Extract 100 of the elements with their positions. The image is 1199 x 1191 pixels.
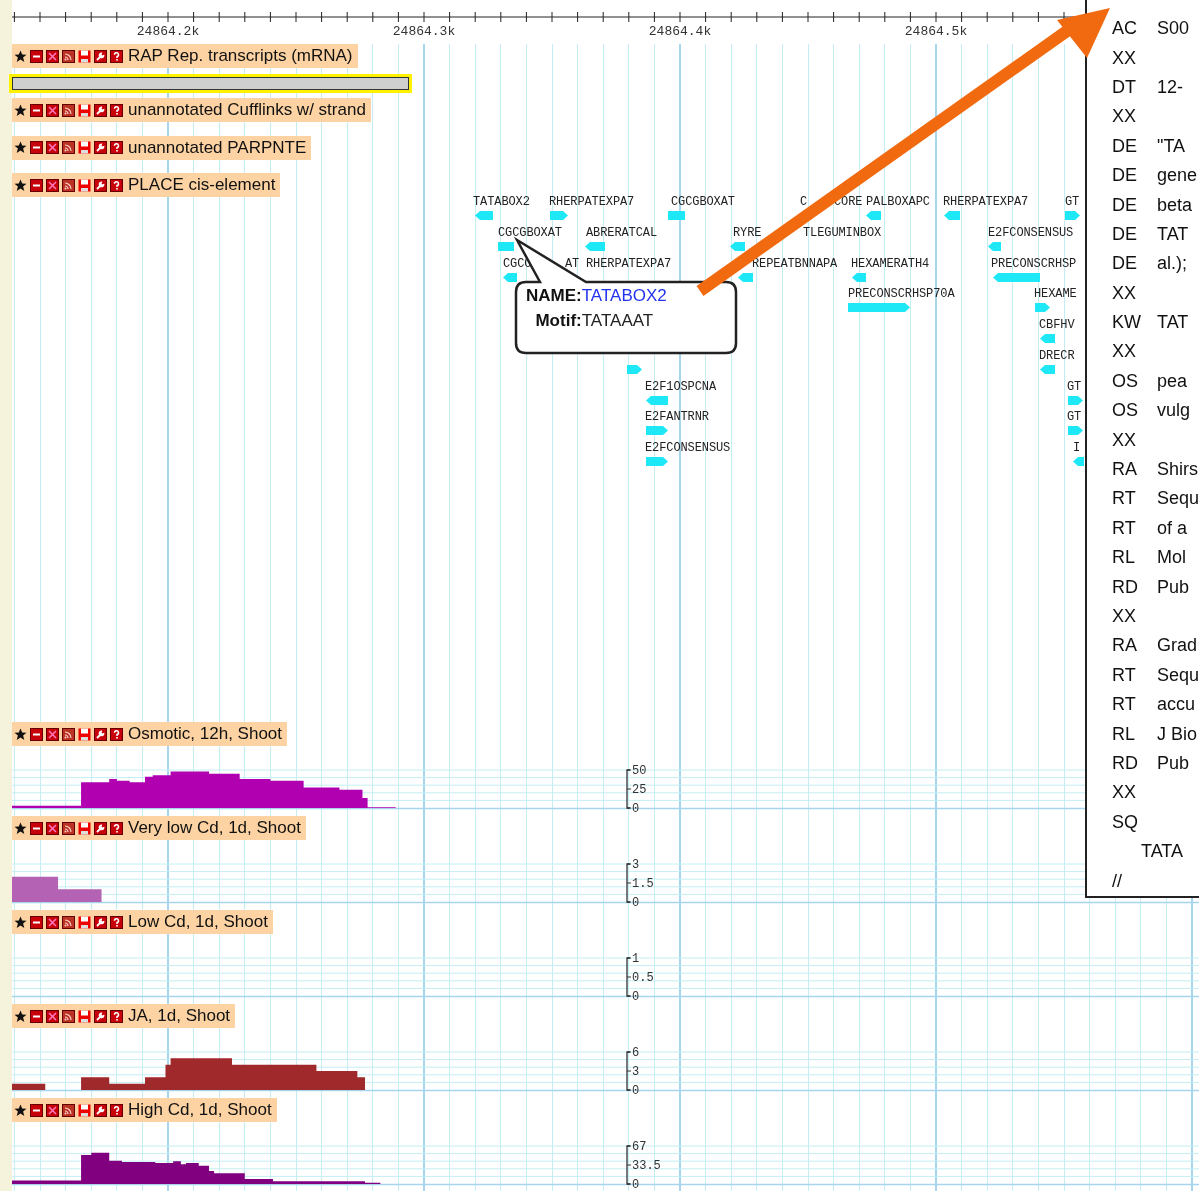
star-icon[interactable] <box>14 49 27 63</box>
minus-icon[interactable] <box>30 1103 43 1117</box>
close-icon[interactable] <box>46 49 59 63</box>
minus-icon[interactable] <box>30 915 43 929</box>
track-header[interactable]: High Cd, 1d, Shoot <box>12 1098 277 1122</box>
line-code: XX <box>1112 606 1137 627</box>
star-icon[interactable] <box>14 821 27 835</box>
line-text: Sequ <box>1157 664 1199 686</box>
line-code: XX <box>1112 47 1137 69</box>
wrench-icon[interactable] <box>94 178 107 192</box>
help-icon[interactable] <box>110 103 123 117</box>
wrench-icon[interactable] <box>94 103 107 117</box>
help-icon[interactable] <box>110 915 123 929</box>
track-header[interactable]: PLACE cis-element <box>12 173 281 197</box>
motif-label: REPEATBNNAPA <box>752 257 838 271</box>
line-code: AC <box>1112 18 1138 40</box>
line-code: RA <box>1112 635 1138 657</box>
close-icon[interactable] <box>46 178 59 192</box>
star-icon[interactable] <box>14 141 27 154</box>
save-icon[interactable] <box>78 49 91 63</box>
motif-label: RHERPATEXPA7 <box>943 195 1029 209</box>
help-icon[interactable] <box>110 178 123 192</box>
star-icon[interactable] <box>14 915 27 929</box>
track-title: High Cd, 1d, Shoot <box>128 1100 272 1120</box>
save-icon[interactable] <box>78 821 91 835</box>
save-icon[interactable] <box>78 1103 91 1117</box>
feed-icon[interactable] <box>62 1103 75 1117</box>
transcript-feature[interactable] <box>12 77 409 90</box>
feed-icon[interactable] <box>62 49 75 63</box>
star-icon[interactable] <box>14 1009 27 1023</box>
minus-icon[interactable] <box>30 1009 43 1023</box>
track-header[interactable]: RAP Rep. transcripts (mRNA) <box>12 44 358 68</box>
name-link[interactable]: TATABOX2 <box>581 286 667 306</box>
wrench-icon[interactable] <box>94 727 107 741</box>
track-header[interactable]: Low Cd, 1d, Shoot <box>12 910 273 934</box>
help-icon[interactable] <box>110 821 123 835</box>
save-icon[interactable] <box>78 103 91 117</box>
close-icon[interactable] <box>46 103 59 117</box>
feed-icon[interactable] <box>62 821 75 835</box>
track-header[interactable]: unannotated Cufflinks w/ strand <box>12 98 371 122</box>
motif-label: TATABOX2 <box>473 195 530 209</box>
motif-label: C <box>800 195 808 209</box>
help-icon[interactable] <box>110 141 123 154</box>
close-icon[interactable] <box>46 141 59 154</box>
feed-icon[interactable] <box>62 103 75 117</box>
track-header[interactable]: Osmotic, 12h, Shoot <box>12 722 288 746</box>
line-code: XX <box>1112 341 1137 363</box>
scale-label: 0 <box>632 1084 640 1098</box>
track-header[interactable]: Very low Cd, 1d, Shoot <box>12 816 306 840</box>
wrench-icon[interactable] <box>94 49 107 63</box>
help-icon[interactable] <box>110 727 123 741</box>
motif-label: E2F1OSPCNA <box>645 380 716 394</box>
motif-label: RHERPATEXPA7 <box>586 257 672 271</box>
save-icon[interactable] <box>78 915 91 929</box>
feed-icon[interactable] <box>62 727 75 741</box>
save-icon[interactable] <box>78 727 91 741</box>
line-code: SQ <box>1112 811 1139 833</box>
line-code: // <box>1112 870 1123 892</box>
feed-icon[interactable] <box>62 178 75 192</box>
line-text: pea <box>1157 370 1188 392</box>
feed-icon[interactable] <box>62 141 75 154</box>
minus-icon[interactable] <box>30 49 43 63</box>
track-header[interactable]: unannotated PARPNTE <box>12 135 312 160</box>
star-icon[interactable] <box>14 178 27 192</box>
wrench-icon[interactable] <box>94 141 107 154</box>
minus-icon[interactable] <box>30 141 43 154</box>
line-code: DT <box>1112 76 1137 98</box>
wrench-icon[interactable] <box>94 1009 107 1023</box>
motif-label: I <box>1073 441 1081 455</box>
close-icon[interactable] <box>46 1009 59 1023</box>
minus-icon[interactable] <box>30 727 43 741</box>
wrench-icon[interactable] <box>94 821 107 835</box>
track-title: Very low Cd, 1d, Shoot <box>128 818 301 838</box>
minus-icon[interactable] <box>30 103 43 117</box>
help-icon[interactable] <box>110 1009 123 1023</box>
close-icon[interactable] <box>46 727 59 741</box>
close-icon[interactable] <box>46 915 59 929</box>
wrench-icon[interactable] <box>94 1103 107 1117</box>
scale-label: 1.5 <box>632 877 654 891</box>
help-icon[interactable] <box>110 1103 123 1117</box>
line-code: DE <box>1112 223 1138 245</box>
star-icon[interactable] <box>14 103 27 117</box>
save-icon[interactable] <box>78 141 91 154</box>
feed-icon[interactable] <box>62 915 75 929</box>
minus-icon[interactable] <box>30 178 43 192</box>
help-icon[interactable] <box>110 49 123 63</box>
save-icon[interactable] <box>78 1009 91 1023</box>
close-icon[interactable] <box>46 1103 59 1117</box>
feed-icon[interactable] <box>62 1009 75 1023</box>
minus-icon[interactable] <box>30 821 43 835</box>
scale-axis <box>626 863 632 903</box>
track-header[interactable]: JA, 1d, Shoot <box>12 1004 236 1028</box>
wrench-icon[interactable] <box>94 915 107 929</box>
star-icon[interactable] <box>14 1103 27 1117</box>
save-icon[interactable] <box>78 178 91 192</box>
star-icon[interactable] <box>14 727 27 741</box>
scale-axis <box>626 957 632 997</box>
close-icon[interactable] <box>46 821 59 835</box>
motif-label: ABRERATCAL <box>586 226 657 240</box>
line-text: Grad <box>1157 635 1198 657</box>
